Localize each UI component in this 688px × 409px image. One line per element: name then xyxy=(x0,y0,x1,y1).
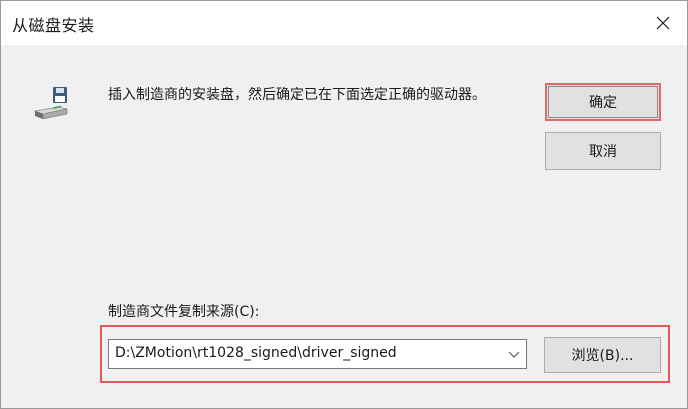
close-icon xyxy=(656,16,670,30)
source-path-combobox[interactable]: D:\ZMotion\rt1028_signed\driver_signed xyxy=(108,339,527,369)
browse-button[interactable]: 浏览(B)... xyxy=(544,337,661,373)
install-from-disk-dialog: 从磁盘安装 插入制造商的安装盘，然后确定已在下面选定正确的驱动器。 确定 取消 … xyxy=(0,0,688,409)
title-bar: 从磁盘安装 xyxy=(1,1,687,45)
source-path-label: 制造商文件复制来源(C): xyxy=(108,304,260,320)
cancel-button[interactable]: 取消 xyxy=(545,132,661,170)
source-path-value: D:\ZMotion\rt1028_signed\driver_signed xyxy=(115,345,397,361)
chevron-down-icon[interactable] xyxy=(508,350,520,360)
ok-button[interactable]: 确定 xyxy=(545,83,661,121)
close-button[interactable] xyxy=(639,1,687,45)
floppy-disk-drive-icon xyxy=(33,87,68,120)
dialog-title: 从磁盘安装 xyxy=(12,16,95,35)
instruction-message: 插入制造商的安装盘，然后确定已在下面选定正确的驱动器。 xyxy=(108,87,486,103)
ok-button-label: 确定 xyxy=(548,86,658,118)
